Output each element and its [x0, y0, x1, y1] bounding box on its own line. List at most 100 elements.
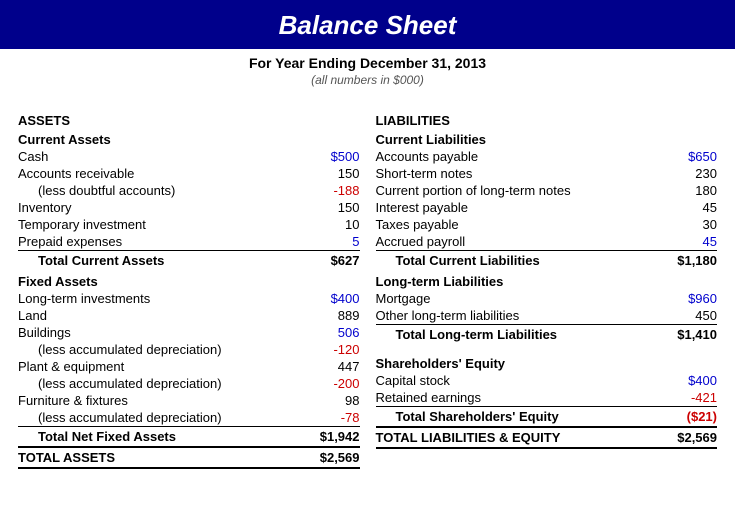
assets-column: ASSETS Current Assets Cash $500 Accounts…	[10, 105, 368, 469]
doubtful-accounts-row: (less doubtful accounts) -188	[18, 182, 360, 199]
total-equity-value: ($21)	[662, 409, 717, 424]
buildings-row: Buildings 506	[18, 324, 360, 341]
total-assets-row: TOTAL ASSETS $2,569	[18, 446, 360, 469]
current-assets-title: Current Assets	[18, 132, 360, 147]
land-label: Land	[18, 308, 305, 323]
mortgage-value: $960	[662, 291, 717, 306]
inventory-row: Inventory 150	[18, 199, 360, 216]
total-liabilities-value: $2,569	[662, 430, 717, 445]
interest-payable-value: 45	[662, 200, 717, 215]
total-fixed-assets-label: Total Net Fixed Assets	[18, 429, 305, 444]
doubtful-accounts-label: (less doubtful accounts)	[38, 183, 305, 198]
taxes-payable-row: Taxes payable 30	[376, 216, 718, 233]
furniture-depr-row: (less accumulated depreciation) -78	[18, 409, 360, 426]
retained-earnings-row: Retained earnings -421	[376, 389, 718, 406]
mortgage-label: Mortgage	[376, 291, 663, 306]
cash-label: Cash	[18, 149, 305, 164]
retained-earnings-label: Retained earnings	[376, 390, 663, 405]
land-value: 889	[305, 308, 360, 323]
accounts-receivable-value: 150	[305, 166, 360, 181]
plant-value: 447	[305, 359, 360, 374]
total-current-assets-label: Total Current Assets	[18, 253, 305, 268]
other-longterm-label: Other long-term liabilities	[376, 308, 663, 323]
furniture-row: Furniture & fixtures 98	[18, 392, 360, 409]
longterm-invest-value: $400	[305, 291, 360, 306]
temp-investment-value: 10	[305, 217, 360, 232]
total-liabilities-row: TOTAL LIABILITIES & EQUITY $2,569	[376, 426, 718, 449]
accrued-payroll-value: 45	[662, 234, 717, 249]
buildings-label: Buildings	[18, 325, 305, 340]
buildings-depr-row: (less accumulated depreciation) -120	[18, 341, 360, 358]
accrued-payroll-row: Accrued payroll 45	[376, 233, 718, 250]
prepaid-label: Prepaid expenses	[18, 234, 305, 249]
subtitle: For Year Ending December 31, 2013	[0, 55, 735, 71]
accounts-receivable-row: Accounts receivable 150	[18, 165, 360, 182]
current-longterm-label: Current portion of long-term notes	[376, 183, 663, 198]
accounts-payable-value: $650	[662, 149, 717, 164]
interest-payable-label: Interest payable	[376, 200, 663, 215]
buildings-depr-label: (less accumulated depreciation)	[38, 342, 305, 357]
total-fixed-assets-row: Total Net Fixed Assets $1,942	[18, 426, 360, 446]
total-current-liabilities-row: Total Current Liabilities $1,180	[376, 250, 718, 270]
interest-payable-row: Interest payable 45	[376, 199, 718, 216]
inventory-label: Inventory	[18, 200, 305, 215]
prepaid-row: Prepaid expenses 5	[18, 233, 360, 250]
plant-row: Plant & equipment 447	[18, 358, 360, 375]
buildings-depr-value: -120	[305, 342, 360, 357]
total-longterm-label: Total Long-term Liabilities	[376, 327, 663, 342]
total-current-assets-row: Total Current Assets $627	[18, 250, 360, 270]
header: Balance Sheet	[0, 0, 735, 49]
longterm-invest-label: Long-term investments	[18, 291, 305, 306]
total-current-liabilities-label: Total Current Liabilities	[376, 253, 663, 268]
furniture-depr-value: -78	[305, 410, 360, 425]
short-term-notes-value: 230	[662, 166, 717, 181]
total-equity-label: Total Shareholders' Equity	[376, 409, 663, 424]
other-longterm-row: Other long-term liabilities 450	[376, 307, 718, 324]
total-current-liabilities-value: $1,180	[662, 253, 717, 268]
cash-row: Cash $500	[18, 148, 360, 165]
prepaid-value: 5	[305, 234, 360, 249]
cash-value: $500	[305, 149, 360, 164]
short-term-notes-row: Short-term notes 230	[376, 165, 718, 182]
capital-stock-value: $400	[662, 373, 717, 388]
total-assets-value: $2,569	[305, 450, 360, 465]
total-fixed-assets-value: $1,942	[305, 429, 360, 444]
total-longterm-row: Total Long-term Liabilities $1,410	[376, 324, 718, 344]
furniture-label: Furniture & fixtures	[18, 393, 305, 408]
mortgage-row: Mortgage $960	[376, 290, 718, 307]
longterm-invest-row: Long-term investments $400	[18, 290, 360, 307]
page-title: Balance Sheet	[0, 10, 735, 41]
doubtful-accounts-value: -188	[305, 183, 360, 198]
total-liabilities-label: TOTAL LIABILITIES & EQUITY	[376, 430, 663, 445]
total-equity-row: Total Shareholders' Equity ($21)	[376, 406, 718, 426]
equity-title: Shareholders' Equity	[376, 356, 718, 371]
buildings-value: 506	[305, 325, 360, 340]
land-row: Land 889	[18, 307, 360, 324]
plant-label: Plant & equipment	[18, 359, 305, 374]
capital-stock-label: Capital stock	[376, 373, 663, 388]
plant-depr-label: (less accumulated depreciation)	[38, 376, 305, 391]
temp-investment-label: Temporary investment	[18, 217, 305, 232]
note: (all numbers in $000)	[0, 73, 735, 87]
current-longterm-row: Current portion of long-term notes 180	[376, 182, 718, 199]
inventory-value: 150	[305, 200, 360, 215]
temp-investment-row: Temporary investment 10	[18, 216, 360, 233]
short-term-notes-label: Short-term notes	[376, 166, 663, 181]
total-current-assets-value: $627	[305, 253, 360, 268]
retained-earnings-value: -421	[662, 390, 717, 405]
capital-stock-row: Capital stock $400	[376, 372, 718, 389]
liabilities-column: LIABILITIES Current Liabilities Accounts…	[368, 105, 726, 469]
accrued-payroll-label: Accrued payroll	[376, 234, 663, 249]
accounts-receivable-label: Accounts receivable	[18, 166, 305, 181]
fixed-assets-title: Fixed Assets	[18, 274, 360, 289]
plant-depr-value: -200	[305, 376, 360, 391]
longterm-liabilities-title: Long-term Liabilities	[376, 274, 718, 289]
taxes-payable-label: Taxes payable	[376, 217, 663, 232]
other-longterm-value: 450	[662, 308, 717, 323]
liabilities-title: LIABILITIES	[376, 113, 718, 128]
total-longterm-value: $1,410	[662, 327, 717, 342]
total-assets-label: TOTAL ASSETS	[18, 450, 305, 465]
current-liabilities-title: Current Liabilities	[376, 132, 718, 147]
taxes-payable-value: 30	[662, 217, 717, 232]
furniture-depr-label: (less accumulated depreciation)	[38, 410, 305, 425]
